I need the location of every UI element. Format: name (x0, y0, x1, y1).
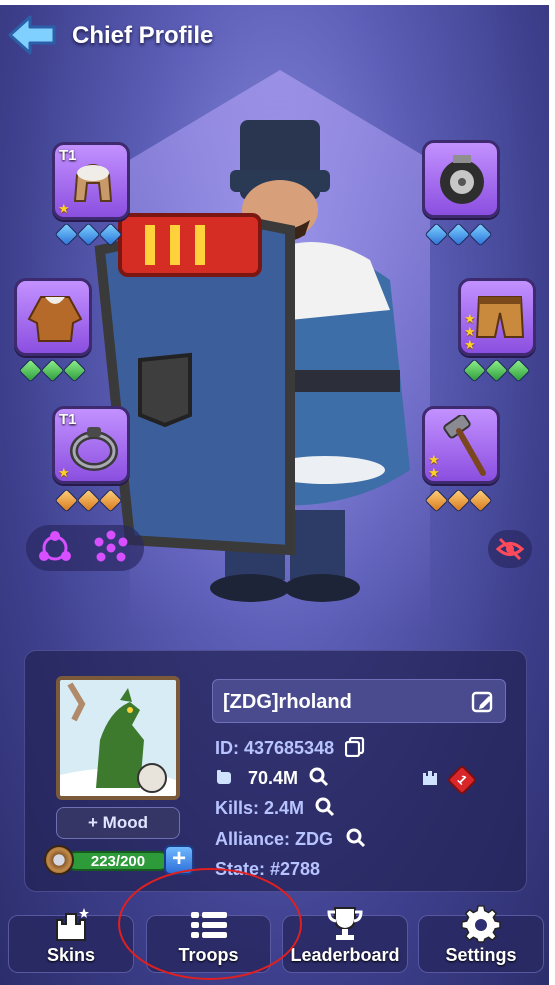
equipment-slot-pants[interactable]: ★ ★ ★ (458, 278, 536, 356)
gem-sockets-pants (462, 358, 531, 383)
kills-value: Kills: 2.4M (215, 798, 305, 818)
troops-label: Troops (178, 945, 239, 965)
list-icon (190, 912, 227, 938)
gem-icon (446, 488, 471, 513)
eye-off-icon (496, 537, 524, 561)
food-can-icon (44, 845, 74, 875)
back-button[interactable] (8, 14, 58, 56)
search-icon[interactable] (309, 767, 329, 787)
state-row: State: #2788 (215, 859, 320, 880)
alliance-row: Alliance: ZDG (215, 828, 366, 850)
mood-button[interactable]: + Mood (56, 807, 180, 839)
gem-icon (76, 488, 101, 513)
gear-icon (461, 905, 501, 943)
coat-icon (27, 296, 83, 342)
equipment-slot-coat[interactable] (14, 278, 92, 356)
gem-icon (484, 358, 509, 383)
gem-icon (18, 358, 43, 383)
ring-icon (70, 427, 118, 471)
chief-profile-screen: Chief Profile T1 ★ ★ ★ ★ T1 ★ ★ ★ + Mood… (0, 0, 555, 985)
gem-icon (98, 222, 123, 247)
star-rating: ★ (58, 465, 70, 480)
pants-icon (475, 296, 525, 338)
fist-power-icon (217, 770, 231, 784)
castle-skin-icon (56, 908, 89, 941)
gem-icon (54, 222, 79, 247)
gem-icon (54, 488, 79, 513)
search-icon[interactable] (315, 797, 335, 817)
hide-equipment-button[interactable] (488, 530, 532, 568)
gem-sockets-hammer (424, 488, 493, 513)
equipment-slot-ring[interactable]: T1 ★ (52, 406, 130, 484)
gem-icon (76, 222, 101, 247)
hammer-icon (443, 415, 486, 476)
power-row: 70.4M 1 (215, 764, 478, 796)
mood-label: Mood (102, 813, 148, 832)
star-rating: ★ ★ ★ (464, 311, 476, 352)
rank-badge-icon: 1 (446, 764, 478, 796)
equipment-slot-wheel[interactable] (422, 140, 500, 218)
talent-ring-icon[interactable] (90, 530, 132, 566)
gem-sockets-coat (18, 358, 87, 383)
edit-name-icon[interactable] (471, 690, 495, 714)
gem-icon (40, 358, 65, 383)
gem-sockets-wheel (424, 222, 493, 247)
star-rating: ★ ★ (428, 452, 440, 480)
gem-sockets-hat (54, 222, 123, 247)
equipment-slot-hat[interactable]: T1 ★ (52, 142, 130, 220)
power-value: 70.4M (248, 768, 299, 788)
leaderboard-label: Leaderboard (290, 945, 400, 965)
search-icon[interactable] (346, 828, 366, 848)
add-food-button[interactable]: + (164, 845, 194, 875)
copy-icon[interactable] (345, 736, 365, 758)
food-progress: 223/200 (66, 851, 170, 871)
chief-id: ID: 437685348 (215, 738, 335, 758)
plus-icon: + (88, 813, 98, 832)
leaderboard-button[interactable]: Leaderboard (282, 907, 408, 973)
gem-icon (446, 222, 471, 247)
gem-sockets-ring (54, 488, 123, 513)
chief-id-row: ID: 437685348 (215, 736, 365, 759)
gem-icon (468, 222, 493, 247)
skill-tree-icon[interactable] (36, 530, 74, 566)
troops-button[interactable]: Troops (146, 912, 271, 973)
gem-icon (462, 358, 487, 383)
state-value: State: #2788 (215, 859, 321, 879)
page-title: Chief Profile (72, 22, 214, 49)
top-border (0, 0, 555, 5)
settings-label: Settings (445, 945, 517, 965)
trophy-icon (327, 907, 363, 940)
equipment-slot-hammer[interactable]: ★ ★ (422, 406, 500, 484)
gem-icon (424, 488, 449, 513)
tire-icon (440, 155, 484, 204)
settings-button[interactable]: Settings (418, 905, 544, 973)
skins-button[interactable]: Skins (8, 908, 134, 973)
star-rating: ★ (58, 201, 70, 216)
gem-icon (468, 488, 493, 513)
chief-portrait[interactable] (56, 676, 180, 800)
fur-hat-icon (73, 164, 113, 202)
castle-icon (423, 771, 438, 785)
chief-name-box: [ZDG]rholand (212, 679, 506, 723)
gem-icon (506, 358, 531, 383)
alliance-value: Alliance: ZDG (215, 829, 334, 849)
skill-buttons (26, 525, 144, 571)
gem-icon (98, 488, 123, 513)
chief-name: [ZDG]rholand (223, 691, 352, 713)
back-arrow-icon (8, 15, 56, 55)
kills-row: Kills: 2.4M (215, 797, 335, 819)
skins-label: Skins (46, 945, 96, 965)
gem-icon (62, 358, 87, 383)
dragon-portrait (60, 680, 176, 796)
right-border (549, 0, 555, 985)
gem-icon (424, 222, 449, 247)
